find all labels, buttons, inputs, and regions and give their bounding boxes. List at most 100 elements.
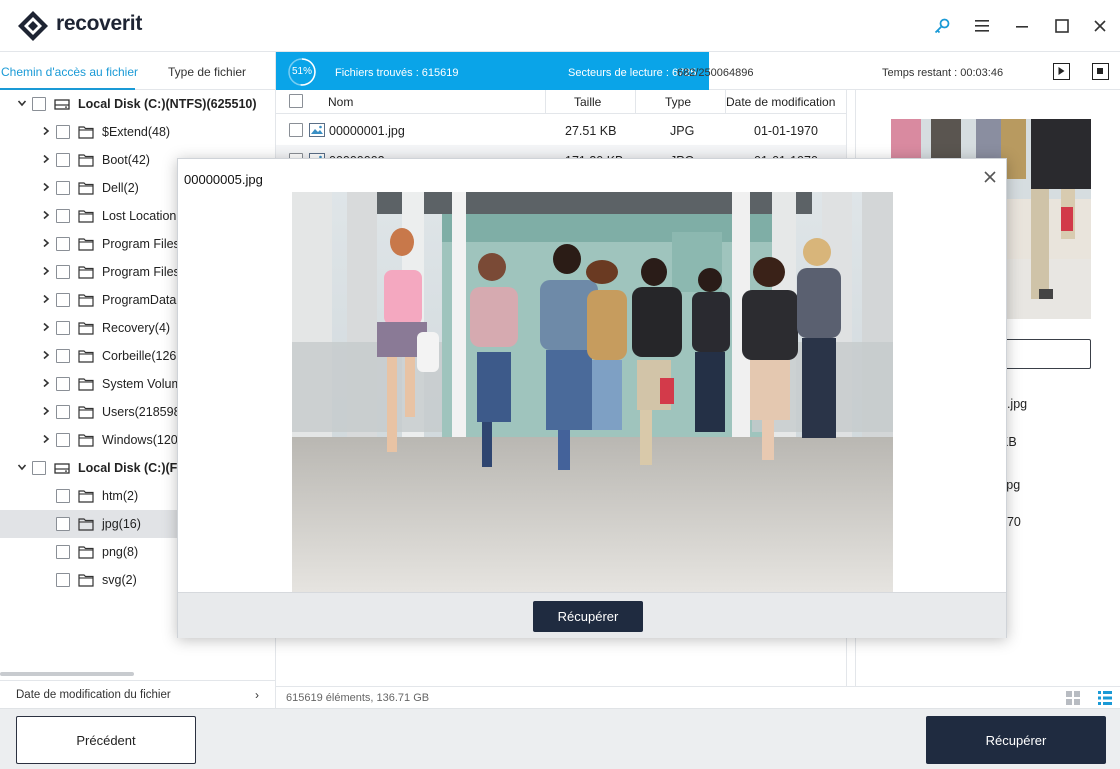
status-text: 615619 éléments, 136.71 GB	[286, 692, 430, 704]
register-key-button[interactable]	[930, 14, 954, 38]
tree-node-label: Program Files	[102, 265, 180, 279]
tree-node-label: png(8)	[102, 545, 139, 559]
tree-node-label: Boot(42)	[102, 153, 150, 167]
folder-icon	[78, 322, 94, 335]
sectors-read-value: 682/250064896	[677, 67, 754, 79]
chevron-right-icon: ›	[255, 688, 259, 702]
tree-checkbox[interactable]	[32, 461, 46, 475]
chevron-right-icon[interactable]	[41, 434, 51, 444]
tree-node-label: Recovery(4)	[102, 321, 171, 335]
stop-scan-button[interactable]	[1092, 63, 1109, 80]
folder-icon	[78, 518, 94, 531]
tree-checkbox[interactable]	[56, 545, 70, 559]
column-size[interactable]: Taille	[574, 95, 601, 109]
back-button[interactable]: Précédent	[16, 716, 196, 764]
chevron-right-icon[interactable]	[41, 322, 51, 332]
date-filter-row[interactable]: Date de modification du fichier ›	[0, 680, 276, 708]
tree-node-label: Corbeille(126	[102, 349, 177, 363]
dialog-recover-button[interactable]: Récupérer	[533, 601, 643, 632]
chevron-right-icon[interactable]	[41, 294, 51, 304]
column-name[interactable]: Nom	[328, 95, 353, 109]
tree-node-label: Program Files	[102, 237, 180, 251]
tree-checkbox[interactable]	[56, 209, 70, 223]
chevron-right-icon[interactable]	[41, 182, 51, 192]
key-icon	[934, 18, 950, 34]
row-checkbox[interactable]	[289, 123, 303, 137]
tree-node-label: Users(218598	[102, 405, 181, 419]
folder-icon	[78, 378, 94, 391]
tree-checkbox[interactable]	[56, 433, 70, 447]
chevron-right-icon[interactable]	[41, 238, 51, 248]
tree-node-label: Windows(120	[102, 433, 178, 447]
folder-icon	[78, 154, 94, 167]
preview-image	[292, 192, 893, 592]
left-tabs: Chemin d'accès au fichier Type de fichie…	[0, 52, 276, 90]
tree-node-label: htm(2)	[102, 489, 139, 503]
preview-dialog: 00000005.jpg Récupérer	[177, 158, 1007, 638]
tree-folder-row[interactable]: $Extend(48)	[0, 118, 276, 146]
table-row[interactable]: 00000001.jpg 27.51 KB JPG 01-01-1970	[276, 115, 846, 145]
tree-checkbox[interactable]	[56, 517, 70, 531]
tree-checkbox[interactable]	[56, 153, 70, 167]
chevron-right-icon[interactable]	[41, 406, 51, 416]
tree-checkbox[interactable]	[56, 349, 70, 363]
resume-scan-button[interactable]	[1053, 63, 1070, 80]
chevron-right-icon[interactable]	[41, 378, 51, 388]
tree-drive-row[interactable]: Local Disk (C:)(NTFS)(625510)	[0, 90, 276, 118]
folder-icon	[78, 210, 94, 223]
close-window-button[interactable]	[1088, 14, 1112, 38]
tree-checkbox[interactable]	[56, 265, 70, 279]
menu-button[interactable]	[970, 14, 994, 38]
tree-checkbox[interactable]	[56, 573, 70, 587]
column-divider	[635, 90, 636, 114]
tree-checkbox[interactable]	[56, 489, 70, 503]
column-divider	[545, 90, 546, 114]
dialog-footer: Récupérer	[178, 592, 1006, 638]
chevron-right-icon[interactable]	[41, 266, 51, 276]
maximize-icon	[1055, 19, 1069, 33]
scan-progress-bar: 51% Fichiers trouvés : 615619 Secteurs d…	[276, 52, 1120, 90]
folder-icon	[78, 490, 94, 503]
horizontal-scrollbar[interactable]	[0, 672, 134, 676]
chevron-down-icon[interactable]	[17, 98, 27, 108]
file-size-cell: 27.51 KB	[565, 124, 617, 138]
file-list-header: Nom Taille Type Date de modification	[276, 90, 846, 114]
tree-checkbox[interactable]	[32, 97, 46, 111]
list-view-icon[interactable]	[1098, 691, 1112, 705]
grid-view-icon[interactable]	[1066, 691, 1080, 705]
chevron-down-icon[interactable]	[17, 462, 27, 472]
tree-checkbox[interactable]	[56, 181, 70, 195]
tree-checkbox[interactable]	[56, 125, 70, 139]
tree-checkbox[interactable]	[56, 293, 70, 307]
tree-checkbox[interactable]	[56, 237, 70, 251]
drive-icon	[54, 99, 70, 110]
tab-file-type[interactable]: Type de fichier	[168, 65, 246, 79]
chevron-right-icon[interactable]	[41, 126, 51, 136]
select-all-checkbox[interactable]	[289, 94, 303, 108]
tab-file-path[interactable]: Chemin d'accès au fichier	[1, 65, 138, 79]
folder-icon	[78, 294, 94, 307]
tree-node-label: Local Disk (C:)(Fic	[78, 461, 188, 475]
tree-node-label: ProgramData	[102, 293, 177, 307]
file-date-cell: 01-01-1970	[754, 124, 818, 138]
chevron-right-icon[interactable]	[41, 350, 51, 360]
tree-checkbox[interactable]	[56, 405, 70, 419]
recover-button[interactable]: Récupérer	[926, 716, 1106, 764]
tree-checkbox[interactable]	[56, 377, 70, 391]
column-type[interactable]: Type	[665, 95, 691, 109]
maximize-button[interactable]	[1050, 14, 1074, 38]
chevron-right-icon[interactable]	[41, 154, 51, 164]
folder-icon	[78, 182, 94, 195]
column-date[interactable]: Date de modification	[726, 95, 835, 109]
folder-icon	[78, 434, 94, 447]
bottom-bar: Précédent Récupérer	[0, 708, 1120, 769]
stop-icon	[1097, 68, 1103, 74]
folder-icon	[78, 350, 94, 363]
minimize-button[interactable]	[1010, 14, 1034, 38]
tree-node-label: System Volum	[102, 377, 182, 391]
chevron-right-icon[interactable]	[41, 210, 51, 220]
tree-checkbox[interactable]	[56, 321, 70, 335]
tree-node-label: Local Disk (C:)(NTFS)(625510)	[78, 97, 257, 111]
drive-icon	[54, 463, 70, 474]
close-icon[interactable]	[981, 168, 999, 186]
